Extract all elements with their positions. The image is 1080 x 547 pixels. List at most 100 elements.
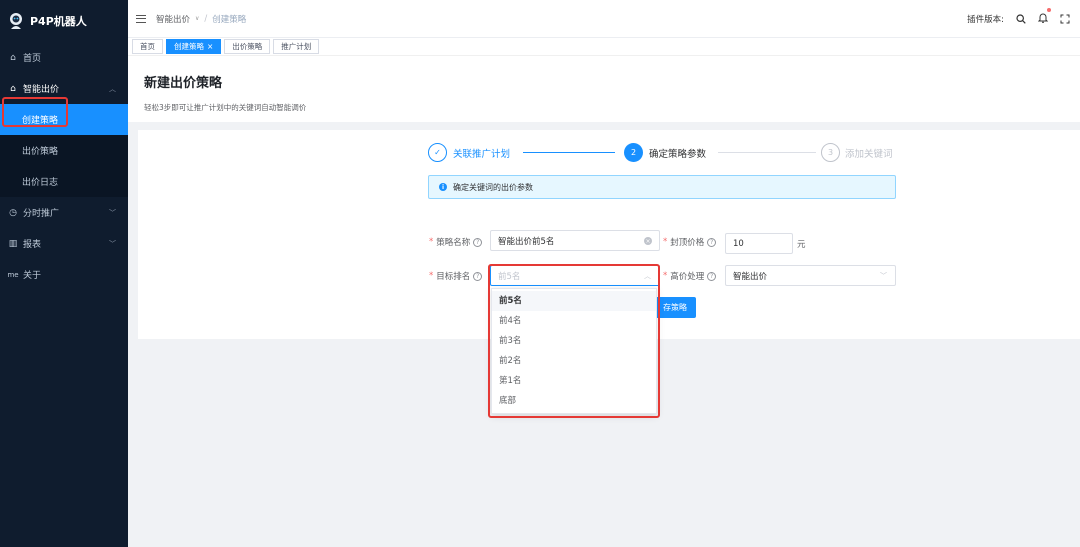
info-icon: i xyxy=(439,183,447,191)
step-connector xyxy=(523,152,615,153)
select-value: 智能出价 xyxy=(733,271,768,282)
currency-unit: 元 xyxy=(797,240,806,250)
top-price-input[interactable]: 10 xyxy=(725,233,793,254)
required-mark: * xyxy=(663,271,668,281)
help-icon[interactable]: ? xyxy=(707,271,717,281)
target-rank-select[interactable]: 前5名 ︿ xyxy=(490,265,660,286)
submenu-smart-bidding: 创建策略 出价策略 出价日志 xyxy=(0,104,128,197)
about-icon: me xyxy=(7,270,19,279)
step-3-label: 添加关键词 xyxy=(845,149,893,160)
target-rank-dropdown: 前5名 前4名 前3名 前2名 第1名 底部 xyxy=(491,288,657,414)
sidebar-item-label: 关于 xyxy=(23,271,42,281)
sidebar-item-bid-log[interactable]: 出价日志 xyxy=(0,166,128,197)
sidebar: P4P机器人 ⌂ 首页 ⌂ 智能出价 ︿ 创建策略 出价策略 出价日志 ◷ 分时… xyxy=(0,0,128,547)
step-1-label: 关联推广计划 xyxy=(453,149,511,160)
info-alert: i 确定关键词的出价参数 xyxy=(428,175,896,199)
bell-icon xyxy=(1037,13,1049,23)
top-price-label: * 封顶价格 ? xyxy=(663,236,717,248)
field-label: 策略名称 xyxy=(436,238,471,248)
robot-logo-icon xyxy=(10,13,22,29)
sidebar-item-bid-strategy[interactable]: 出价策略 xyxy=(0,135,128,166)
close-icon[interactable]: × xyxy=(207,42,213,51)
fullscreen-icon[interactable] xyxy=(1060,14,1070,24)
chevron-down-icon: ﹀ xyxy=(109,239,116,248)
sidebar-item-home[interactable]: ⌂ 首页 xyxy=(0,42,128,73)
strategy-name-label: * 策略名称 ? xyxy=(429,236,483,248)
chart-icon: ▥ xyxy=(8,238,18,249)
sidebar-item-label: 创建策略 xyxy=(22,116,59,126)
high-price-select[interactable]: 智能出价 ﹀ xyxy=(725,265,896,286)
dropdown-option[interactable]: 前2名 xyxy=(492,351,656,371)
tag-label: 首页 xyxy=(140,42,155,51)
step-1-check-icon: ✓ xyxy=(428,143,447,162)
tag-label: 创建策略 xyxy=(174,42,204,51)
save-strategy-button[interactable]: 存策略 xyxy=(652,297,696,318)
page-title: 新建出价策略 xyxy=(144,76,223,91)
required-mark: * xyxy=(663,237,668,247)
home-icon: ⌂ xyxy=(10,52,16,63)
app-logo[interactable]: P4P机器人 xyxy=(0,0,128,42)
high-price-label: * 高价处理 ? xyxy=(663,270,717,282)
page-description: 轻松3步即可让推广计划中的关键词自动智能调价 xyxy=(144,103,307,112)
help-icon[interactable]: ? xyxy=(473,271,483,281)
plugin-version-label: 插件版本: xyxy=(967,15,1004,25)
sidebar-item-label: 首页 xyxy=(23,54,42,64)
sidebar-item-reports[interactable]: ▥ 报表 ﹀ xyxy=(0,228,128,259)
tag-promotion-plan[interactable]: 推广计划 xyxy=(273,39,320,54)
chevron-up-icon: ︿ xyxy=(109,84,116,93)
sidebar-item-time-promotion[interactable]: ◷ 分时推广 ﹀ xyxy=(0,197,128,228)
chevron-up-icon: ︿ xyxy=(644,272,651,280)
tags-view: 首页 创建策略 × 出价策略 推广计划 xyxy=(128,38,1080,56)
tag-home[interactable]: 首页 xyxy=(132,39,163,54)
dropdown-option[interactable]: 前5名 xyxy=(492,291,656,311)
breadcrumb-item[interactable]: 智能出价 xyxy=(156,13,190,25)
input-value: 10 xyxy=(733,238,744,249)
chevron-down-icon: ﹀ xyxy=(880,272,887,280)
tag-create-strategy[interactable]: 创建策略 × xyxy=(166,39,222,54)
button-label: 存策略 xyxy=(663,303,687,312)
step-2-number: 2 xyxy=(624,143,643,162)
sidebar-item-label: 出价策略 xyxy=(22,147,59,157)
strategy-name-input[interactable]: 智能出价前5名 × xyxy=(490,230,660,251)
sidebar-item-smart-bidding[interactable]: ⌂ 智能出价 ︿ xyxy=(0,73,128,104)
input-value: 智能出价前5名 xyxy=(498,236,555,247)
notification-badge xyxy=(1047,8,1051,12)
help-icon[interactable]: ? xyxy=(473,237,483,247)
step-connector xyxy=(718,152,816,153)
app-title: P4P机器人 xyxy=(30,15,87,28)
top-header: 智能出价 ∨ / 创建策略 插件版本: xyxy=(128,0,1080,38)
alert-text: 确定关键词的出价参数 xyxy=(453,182,533,192)
tag-label: 出价策略 xyxy=(232,42,263,51)
notification-button[interactable] xyxy=(1037,8,1051,26)
tag-label: 推广计划 xyxy=(281,42,312,51)
sidebar-item-label: 出价日志 xyxy=(22,178,59,188)
sidebar-item-create-strategy[interactable]: 创建策略 xyxy=(0,104,128,135)
target-rank-label: * 目标排名 ? xyxy=(429,270,483,282)
shopping-icon: ⌂ xyxy=(10,83,16,94)
tag-bid-strategy[interactable]: 出价策略 xyxy=(224,39,271,54)
required-mark: * xyxy=(429,271,434,281)
required-mark: * xyxy=(429,237,434,247)
dropdown-option[interactable]: 第1名 xyxy=(492,371,656,391)
page-header: 新建出价策略 轻松3步即可让推广计划中的关键词自动智能调价 xyxy=(128,57,1080,122)
sidebar-item-about[interactable]: me 关于 xyxy=(0,259,128,290)
sidebar-item-label: 分时推广 xyxy=(23,209,60,219)
dropdown-option[interactable]: 前4名 xyxy=(492,311,656,331)
help-icon[interactable]: ? xyxy=(707,237,717,247)
search-icon[interactable] xyxy=(1016,14,1026,24)
select-placeholder: 前5名 xyxy=(498,271,521,282)
clock-icon: ◷ xyxy=(9,207,17,218)
dropdown-option[interactable]: 底部 xyxy=(492,391,656,411)
chevron-down-icon: ∨ xyxy=(195,15,200,22)
chevron-down-icon: ﹀ xyxy=(109,208,116,217)
menu-toggle-icon[interactable] xyxy=(136,14,146,23)
breadcrumb-current: 创建策略 xyxy=(212,14,247,25)
sidebar-item-label: 智能出价 xyxy=(23,85,60,95)
field-label: 目标排名 xyxy=(436,272,471,282)
field-label: 封顶价格 xyxy=(670,238,705,248)
clear-icon[interactable]: × xyxy=(644,237,652,245)
sidebar-item-label: 报表 xyxy=(23,240,42,250)
steps: ✓ 关联推广计划 2 确定策略参数 3 添加关键词 xyxy=(428,143,898,163)
breadcrumb-separator: / xyxy=(204,13,208,24)
dropdown-option[interactable]: 前3名 xyxy=(492,331,656,351)
